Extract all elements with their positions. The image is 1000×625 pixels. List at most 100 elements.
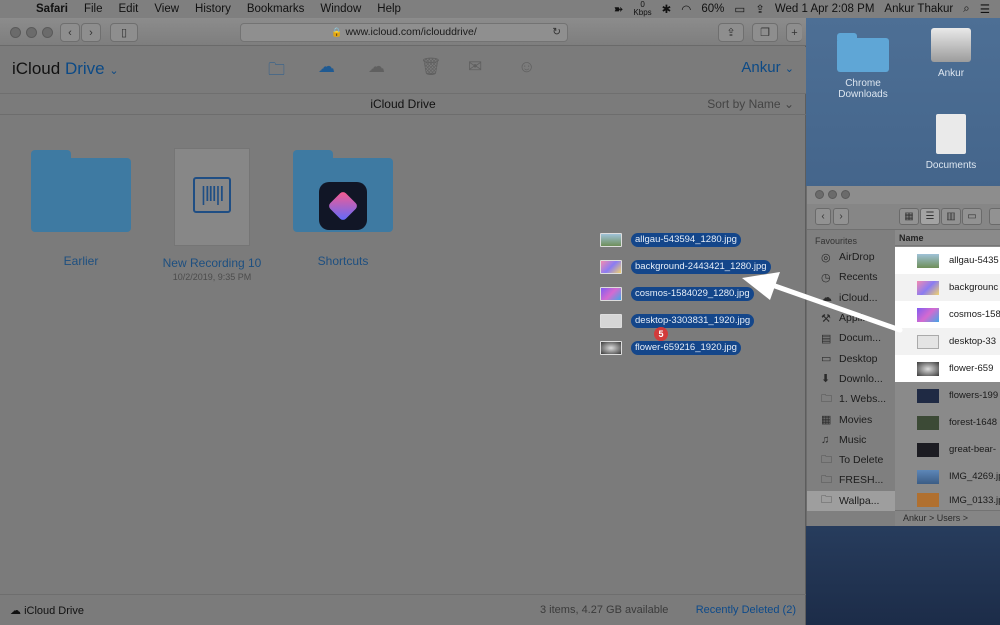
zoom-window-button[interactable]: [42, 27, 53, 38]
sidebar-item-airdrop[interactable]: ◎ AirDrop: [807, 247, 895, 267]
folder-icon: 🗀: [821, 392, 832, 405]
transmit-icon[interactable]: ➽: [614, 2, 624, 16]
file-row[interactable]: forest-1648: [895, 409, 1000, 436]
control-menu-icon[interactable]: ☰: [980, 2, 990, 16]
forward-button[interactable]: ›: [833, 208, 849, 225]
icon-view-button[interactable]: ▦: [899, 208, 919, 225]
clock-icon: ◷: [821, 271, 831, 284]
share-button[interactable]: ⇪: [718, 23, 744, 42]
back-button[interactable]: ‹: [60, 23, 80, 42]
recently-deleted-link[interactable]: Recently Deleted (2): [696, 604, 796, 616]
list-view-button[interactable]: ☰: [920, 208, 940, 225]
share-menu-icon[interactable]: ⇪: [755, 2, 765, 16]
folder-icon: [293, 150, 393, 232]
sidebar-item-icloud[interactable]: ☁ iCloud...: [807, 288, 895, 308]
sort-dropdown[interactable]: Sort by Name ⌄: [707, 97, 794, 111]
menu-bookmarks[interactable]: Bookmarks: [239, 3, 313, 15]
sidebar-item-recents[interactable]: ◷ Recents: [807, 267, 895, 287]
reload-icon[interactable]: ↻: [552, 24, 561, 41]
menu-history[interactable]: History: [187, 3, 239, 15]
item-new-recording[interactable]: |lll|l New Recording 10 10/2/2019, 9:35 …: [160, 148, 264, 282]
menu-view[interactable]: View: [146, 3, 187, 15]
file-row[interactable]: flower-659: [895, 355, 1000, 382]
zoom-window-button[interactable]: [841, 190, 850, 199]
desktop-chrome-downloads[interactable]: Chrome Downloads: [828, 33, 898, 100]
sidebar-item-websites[interactable]: 🗀 1. Webs...: [807, 389, 895, 409]
image-thumbnail: [917, 442, 939, 457]
file-row[interactable]: backgrounc: [895, 274, 1000, 301]
new-folder-icon[interactable]: 🗀: [268, 57, 285, 86]
file-row[interactable]: flowers-199: [895, 382, 1000, 409]
file-row[interactable]: desktop-33: [895, 328, 1000, 355]
battery-percent[interactable]: 60%: [701, 3, 724, 15]
cloud-icon: ☁: [10, 605, 21, 617]
column-header-name[interactable]: Name: [895, 230, 1000, 246]
sidebar-item-to-delete[interactable]: 🗀 To Delete: [807, 450, 895, 470]
forward-button[interactable]: ›: [81, 23, 101, 42]
close-window-button[interactable]: [815, 190, 824, 199]
file-row[interactable]: IMG_0133.jp: [895, 490, 1000, 510]
tabs-button[interactable]: ❐: [752, 23, 778, 42]
close-window-button[interactable]: [10, 27, 21, 38]
download-icon[interactable]: ☁: [368, 57, 385, 77]
item-earlier[interactable]: Earlier: [30, 150, 132, 268]
minimize-window-button[interactable]: [828, 190, 837, 199]
sidebar-item-music[interactable]: ♫ Music: [807, 430, 895, 450]
desktop-documents[interactable]: Documents: [916, 114, 986, 171]
menu-edit[interactable]: Edit: [111, 3, 147, 15]
gallery-view-button[interactable]: ▭: [962, 208, 982, 225]
file-row[interactable]: IMG_4269.jp: [895, 463, 1000, 490]
column-view-button[interactable]: ▥: [941, 208, 961, 225]
menu-app[interactable]: Safari: [28, 3, 76, 15]
finder-window: ‹ › ▦ ☰ ▥ ▭ Favourites ◎ AirDrop ◷ Recents…: [806, 186, 1000, 526]
menu-help[interactable]: Help: [369, 3, 409, 15]
account-menu[interactable]: Ankur ⌄: [741, 59, 794, 76]
sidebar-toggle-button[interactable]: ▯: [110, 23, 138, 42]
image-thumbnail: [917, 469, 939, 484]
item-shortcuts[interactable]: Shortcuts: [292, 150, 394, 268]
download-icon: ⬇: [821, 373, 831, 386]
sidebar-item-downloads[interactable]: ⬇ Downlo...: [807, 369, 895, 389]
dragged-file: desktop-3303831_1920.jpg: [600, 313, 755, 329]
address-bar[interactable]: 🔒 www.icloud.com/iclouddrive/ ↻: [240, 23, 568, 42]
wifi-icon[interactable]: ◠: [681, 2, 691, 16]
sidebar-item-desktop[interactable]: ▭ Desktop: [807, 348, 895, 368]
image-thumbnail: [600, 314, 622, 328]
finder-path-bar: Ankur > Users >: [895, 510, 1000, 526]
sidebar-item-documents[interactable]: ▤ Docum...: [807, 328, 895, 348]
minimize-window-button[interactable]: [26, 27, 37, 38]
sidebar-item-fresh[interactable]: 🗀 FRESH...: [807, 470, 895, 490]
sidebar-item-movies[interactable]: ▦ Movies: [807, 409, 895, 429]
desktop-disk-ankur[interactable]: Ankur: [916, 28, 986, 79]
image-thumbnail: [917, 415, 939, 430]
sidebar-item-wallpapers[interactable]: 🗀 Wallpa...: [807, 490, 895, 511]
new-tab-button[interactable]: +: [786, 23, 802, 42]
arrange-button[interactable]: [989, 208, 1000, 225]
image-thumbnail: [917, 388, 939, 403]
clock[interactable]: Wed 1 Apr 2:08 PM: [775, 3, 875, 15]
trash-icon[interactable]: 🗑: [420, 57, 442, 77]
folder-icon: 🗀: [821, 473, 832, 486]
upload-icon[interactable]: ☁: [318, 57, 335, 77]
file-row[interactable]: great-bear-: [895, 436, 1000, 463]
network-speed[interactable]: 0 Kbps: [633, 1, 651, 17]
image-thumbnail: [917, 280, 939, 295]
mail-icon[interactable]: ✉: [468, 57, 482, 77]
audio-file-icon: |lll|l: [174, 148, 250, 246]
battery-icon[interactable]: ▭: [734, 2, 745, 16]
menu-window[interactable]: Window: [312, 3, 369, 15]
music-icon: ♫: [821, 433, 830, 446]
back-button[interactable]: ‹: [815, 208, 831, 225]
bluetooth-icon[interactable]: ✱: [662, 2, 672, 16]
user-name[interactable]: Ankur Thakur: [884, 3, 953, 15]
file-row[interactable]: allgau-5435: [895, 247, 1000, 274]
image-thumbnail: [600, 341, 622, 355]
sidebar-item-applications[interactable]: ⚒ Appli...: [807, 308, 895, 328]
search-icon[interactable]: ⌕: [963, 3, 969, 16]
menu-file[interactable]: File: [76, 3, 111, 15]
finder-file-list: Name allgau-5435 backgrounc cosmos-158 d…: [895, 230, 1000, 526]
chevron-down-icon: ⌄: [784, 63, 794, 75]
app-title[interactable]: iCloud Drive ⌄: [12, 59, 119, 79]
share-people-icon[interactable]: ☺: [518, 57, 535, 77]
file-row[interactable]: cosmos-158: [895, 301, 1000, 328]
